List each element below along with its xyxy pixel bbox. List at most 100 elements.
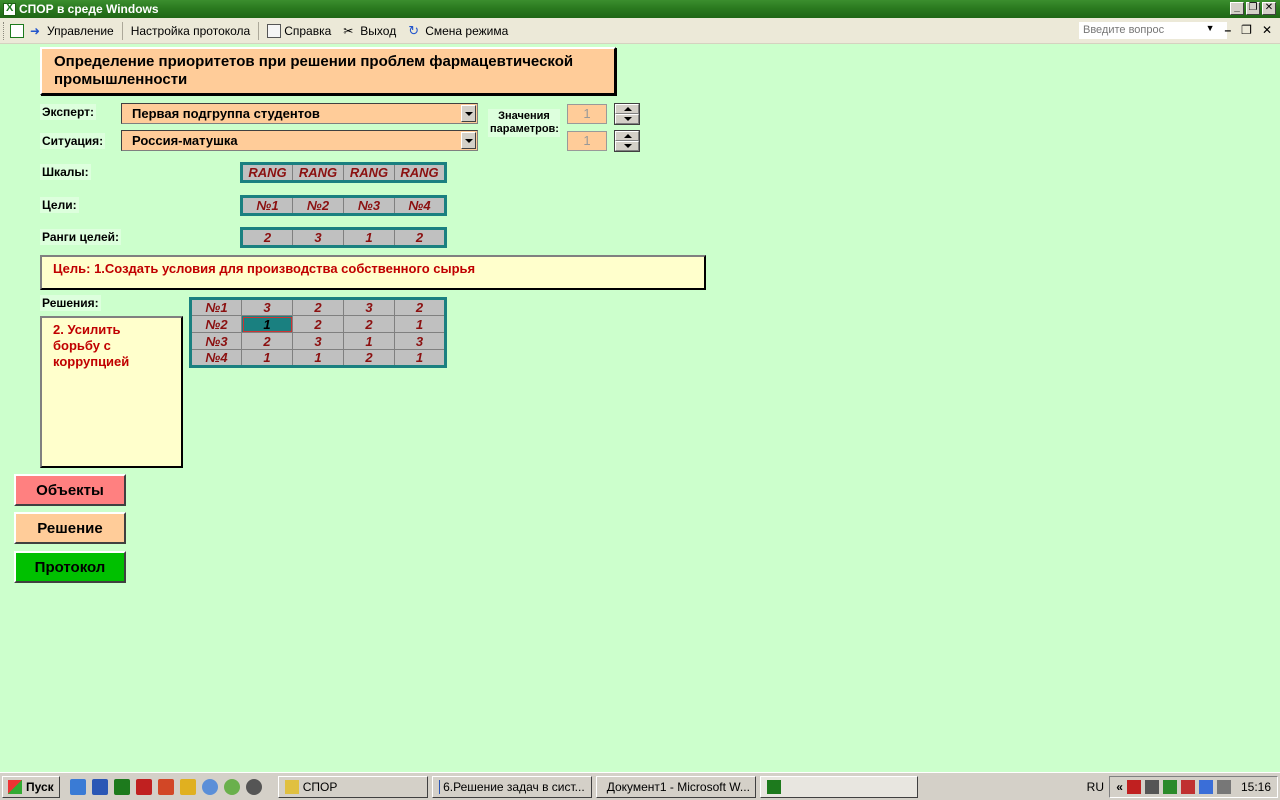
decision-button[interactable]: Решение: [14, 512, 126, 544]
chevron-down-icon[interactable]: [461, 132, 476, 149]
language-indicator[interactable]: RU: [1087, 780, 1104, 794]
decision-row-header[interactable]: №1: [190, 298, 242, 316]
scale-cell[interactable]: RANG: [394, 163, 446, 182]
goal-rank-cell[interactable]: 2: [241, 228, 293, 247]
security-icon[interactable]: [1180, 780, 1195, 794]
matrix-cell[interactable]: 2: [343, 349, 395, 367]
chevron-left-icon[interactable]: «: [1116, 780, 1123, 794]
matrix-cell-selected[interactable]: 1: [241, 315, 293, 333]
scale-cell[interactable]: RANG: [241, 163, 293, 182]
toolbar-grip[interactable]: [3, 21, 6, 40]
matrix-cell[interactable]: 1: [292, 349, 344, 367]
menu-bar: ➜ Управление Настройка протокола Справка…: [0, 18, 1280, 44]
chevron-down-icon[interactable]: [461, 105, 476, 122]
spin-down-icon[interactable]: [615, 114, 639, 124]
excel-doc-icon[interactable]: [10, 23, 24, 38]
menu-change-mode[interactable]: ↻ Смена режима: [402, 20, 514, 42]
windows-logo-icon: [8, 779, 22, 794]
menu-exit[interactable]: ✂ Выход: [337, 20, 402, 42]
title-bar: СПОР в среде Windows _ ❐ ✕: [0, 0, 1280, 18]
matrix-cell[interactable]: 2: [343, 315, 395, 333]
menu-protocol-settings[interactable]: Настройка протокола: [125, 20, 257, 42]
powerpoint-icon[interactable]: [157, 778, 174, 795]
matrix-cell[interactable]: 2: [241, 332, 293, 350]
book-icon: [267, 23, 282, 38]
scissors-icon: ✂: [343, 23, 354, 38]
goal-rank-cell[interactable]: 1: [343, 228, 395, 247]
situation-combobox[interactable]: Россия-матушка: [121, 130, 478, 151]
clock[interactable]: 15:16: [1241, 780, 1271, 794]
taskbar-task-spor[interactable]: СПОР: [277, 775, 428, 798]
check-icon[interactable]: [1162, 780, 1177, 794]
shield-icon[interactable]: [179, 778, 196, 795]
matrix-cell[interactable]: 1: [394, 315, 446, 333]
taskbar-task-excel[interactable]: [759, 775, 918, 798]
matrix-cell[interactable]: 1: [241, 349, 293, 367]
param2-spinner[interactable]: [614, 130, 640, 152]
doc-restore-button[interactable]: ❐: [1241, 23, 1252, 37]
start-button[interactable]: Пуск: [2, 775, 60, 798]
goal-cell[interactable]: №4: [394, 196, 446, 215]
media-icon[interactable]: [245, 778, 262, 795]
goal-cell[interactable]: №3: [343, 196, 395, 215]
network-icon[interactable]: [201, 778, 218, 795]
params-label: Значения параметров:: [488, 109, 560, 137]
word-icon[interactable]: [91, 778, 108, 795]
goal-rank-cell[interactable]: 3: [292, 228, 344, 247]
spin-down-icon[interactable]: [615, 141, 639, 151]
matrix-cell[interactable]: 2: [394, 298, 446, 316]
matrix-cell[interactable]: 3: [394, 332, 446, 350]
matrix-cell[interactable]: 2: [292, 315, 344, 333]
scale-cell[interactable]: RANG: [292, 163, 344, 182]
decision-row-header[interactable]: №2: [190, 315, 242, 333]
matrix-cell[interactable]: 3: [343, 298, 395, 316]
matrix-cell[interactable]: 1: [343, 332, 395, 350]
doc-close-button[interactable]: ✕: [1262, 23, 1272, 37]
minimize-button[interactable]: _: [1230, 2, 1244, 15]
excel-app-icon[interactable]: [3, 2, 16, 16]
param1-spinner[interactable]: [614, 103, 640, 125]
spin-up-icon[interactable]: [615, 104, 639, 114]
scale-cell[interactable]: RANG: [343, 163, 395, 182]
acrobat-icon[interactable]: [135, 778, 152, 795]
matrix-cell[interactable]: 3: [241, 298, 293, 316]
taskbar-task-word2[interactable]: Документ1 - Microsoft W...: [595, 775, 756, 798]
protocol-button[interactable]: Протокол: [14, 551, 126, 583]
decision-row-header[interactable]: №3: [190, 332, 242, 350]
goal-rank-cell[interactable]: 2: [394, 228, 446, 247]
objects-button[interactable]: Объекты: [14, 474, 126, 506]
refresh-icon: ↻: [408, 22, 420, 38]
globe-icon[interactable]: [223, 778, 240, 795]
goal-ranks-table: 2 3 1 2: [240, 227, 447, 248]
menu-help[interactable]: Справка: [261, 20, 337, 42]
antivirus-icon[interactable]: [1126, 780, 1141, 794]
decision-row-header[interactable]: №4: [190, 349, 242, 367]
display-icon[interactable]: [1144, 780, 1159, 794]
network-status-icon[interactable]: [1198, 780, 1213, 794]
close-button[interactable]: ✕: [1262, 2, 1276, 15]
quick-launch: [69, 778, 262, 795]
menu-upravlenie[interactable]: ➜ Управление: [24, 20, 120, 42]
ask-dropdown-icon[interactable]: ▼: [1206, 23, 1215, 37]
matrix-cell[interactable]: 3: [292, 332, 344, 350]
expert-combobox[interactable]: Первая подгруппа студентов: [121, 103, 478, 124]
ie-icon[interactable]: [69, 778, 86, 795]
matrix-cell[interactable]: 1: [394, 349, 446, 367]
excel-icon[interactable]: [113, 778, 130, 795]
app-icon: [284, 779, 299, 794]
goals-table: №1 №2 №3 №4: [240, 195, 447, 216]
spin-up-icon[interactable]: [615, 131, 639, 141]
taskbar-task-word1[interactable]: 6.Решение задач в сист...: [431, 775, 592, 798]
param1-field[interactable]: 1: [567, 104, 607, 124]
matrix-cell[interactable]: 2: [292, 298, 344, 316]
taskbar: Пуск СПОР 6.Решение задач в сист... Доку…: [0, 772, 1280, 800]
goal-cell[interactable]: №1: [241, 196, 293, 215]
goals-label: Цели:: [40, 197, 79, 213]
param2-field[interactable]: 1: [567, 131, 607, 151]
goal-cell[interactable]: №2: [292, 196, 344, 215]
restore-button[interactable]: ❐: [1246, 2, 1260, 15]
doc-minimize-button[interactable]: –: [1224, 23, 1231, 37]
table-row: №2 1 2 2 1: [190, 315, 446, 333]
window-title: СПОР в среде Windows: [19, 2, 159, 16]
volume-icon[interactable]: [1216, 780, 1231, 794]
